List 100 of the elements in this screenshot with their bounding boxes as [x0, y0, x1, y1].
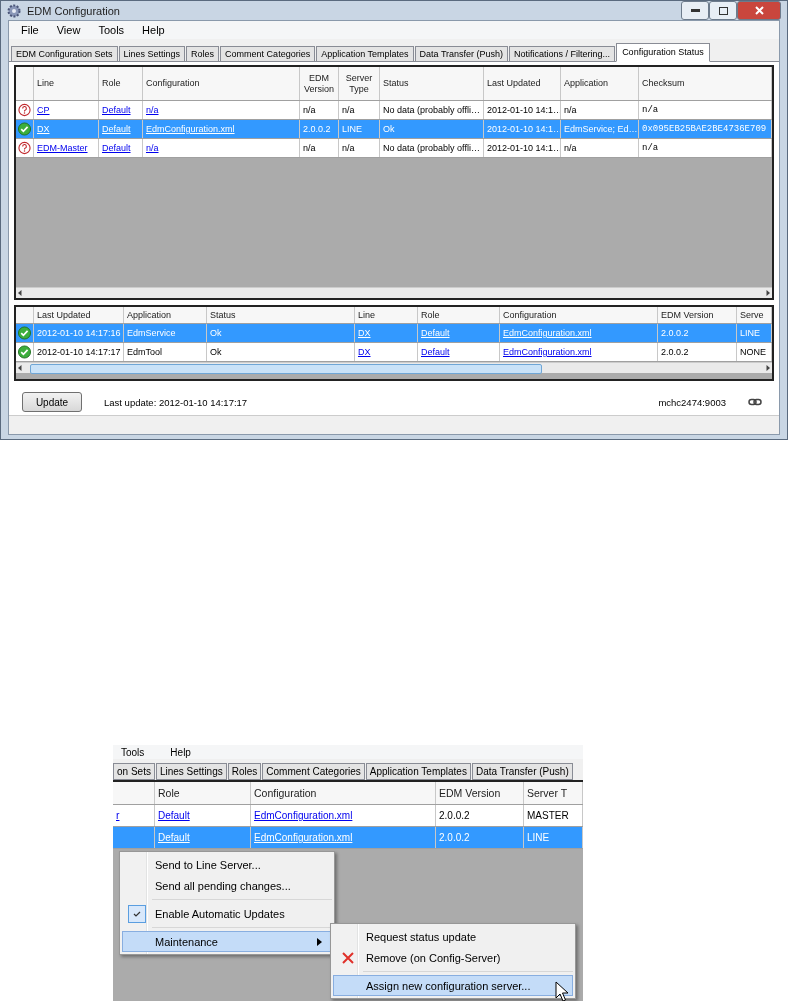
- table-link[interactable]: n/a: [146, 142, 159, 154]
- tab[interactable]: on Sets: [113, 763, 155, 780]
- column-header[interactable]: Server Type: [342, 73, 376, 94]
- table-cell: 2.0.0.2: [439, 831, 470, 844]
- table-cell: Ok: [383, 123, 395, 135]
- left-arrow-icon[interactable]: [16, 364, 24, 372]
- menu-item[interactable]: File: [13, 23, 47, 37]
- table-link[interactable]: r: [116, 809, 120, 822]
- menu-item[interactable]: Tools: [121, 746, 145, 758]
- horizontal-scrollbar[interactable]: [16, 362, 772, 373]
- table-link[interactable]: Default: [102, 104, 131, 116]
- tab[interactable]: Application Templates: [316, 46, 414, 61]
- table-link[interactable]: Default: [102, 142, 131, 154]
- column-header[interactable]: Line: [358, 309, 375, 321]
- menu-item[interactable]: Enable Automatic Updates: [122, 903, 332, 924]
- column-header[interactable]: Configuration: [146, 78, 200, 89]
- column-header[interactable]: Configuration: [254, 786, 317, 800]
- table-cell: n/a: [564, 142, 577, 154]
- table-cell: MASTER: [527, 809, 569, 822]
- menu-item[interactable]: Send all pending changes...: [122, 875, 332, 896]
- table-cell: 2012-01-10 14:1…: [487, 104, 560, 116]
- menu-item[interactable]: Tools: [90, 23, 133, 37]
- tab[interactable]: Roles: [227, 763, 262, 780]
- menu-item[interactable]: Maintenance: [122, 931, 332, 952]
- table-cell: NONE: [740, 346, 766, 358]
- table-row[interactable]: EDM-Master Default n/a n/a n/a No data (probably offli… 2012-01-10 14:1… n/a n/a: [16, 139, 772, 158]
- table-link[interactable]: DX: [358, 346, 371, 358]
- close-button[interactable]: [737, 1, 781, 20]
- table-link[interactable]: Default: [158, 809, 190, 822]
- horizontal-scrollbar[interactable]: [16, 287, 772, 298]
- menu-item[interactable]: Remove (on Config-Server): [333, 947, 573, 968]
- close-icon: [342, 951, 354, 964]
- tab[interactable]: Data Transfer (Push): [471, 763, 573, 780]
- scrollbar-thumb[interactable]: [30, 364, 542, 374]
- table-cell: n/a: [303, 142, 316, 154]
- table-cell: 2.0.0.2: [439, 809, 470, 822]
- menu-item[interactable]: Assign new configuration server...: [333, 975, 573, 996]
- column-header[interactable]: Serve: [740, 309, 764, 321]
- table-cell: No data (probably offli…: [383, 104, 480, 116]
- column-header[interactable]: Last Updated: [487, 78, 541, 89]
- column-header[interactable]: Configuration: [503, 309, 557, 321]
- column-header[interactable]: EDM Version: [661, 309, 714, 321]
- table-link[interactable]: n/a: [146, 104, 159, 116]
- table-cell: n/a: [342, 142, 355, 154]
- table-row[interactable]: r Default EdmConfiguration.xml 2.0.0.2 MASTER: [113, 805, 583, 827]
- table-cell: 2012-01-10 14:17:16: [37, 327, 121, 339]
- table-cell: 0x095EB25BAE2BE4736E709: [642, 123, 767, 135]
- last-update-text: Last update: 2012-01-10 14:17:17: [104, 396, 249, 408]
- menu-item[interactable]: Help: [134, 23, 173, 37]
- table-cell: n/a: [642, 104, 659, 116]
- maximize-button[interactable]: [709, 1, 737, 20]
- minimize-icon: [690, 9, 700, 12]
- menu-item[interactable]: Request status update: [333, 926, 573, 947]
- column-header[interactable]: EDM Version: [439, 786, 501, 800]
- tab[interactable]: Data Transfer (Push): [414, 46, 509, 61]
- minimize-button[interactable]: [681, 1, 709, 20]
- column-header[interactable]: Last Updated: [37, 309, 91, 321]
- column-header[interactable]: Checksum: [642, 78, 685, 89]
- table-link[interactable]: CP: [37, 104, 50, 116]
- table-row[interactable]: CP Default n/a n/a n/a No data (probably offli… 2012-01-10 14:1… n/a n/a: [16, 101, 772, 120]
- column-header[interactable]: Server T: [527, 786, 568, 800]
- table-row[interactable]: 2012-01-10 14:17:17 EdmTool Ok DX Default EdmConfiguration.xml 2.0.0.2 NONE: [16, 343, 772, 362]
- left-arrow-icon[interactable]: [16, 289, 24, 297]
- tab[interactable]: EDM Configuration Sets: [11, 46, 118, 61]
- right-arrow-icon[interactable]: [764, 289, 772, 297]
- right-arrow-icon[interactable]: [764, 364, 772, 372]
- tab[interactable]: Lines Settings: [118, 46, 186, 61]
- table-link[interactable]: EdmConfiguration.xml: [503, 346, 592, 358]
- tab[interactable]: Configuration Status: [616, 43, 710, 62]
- table-cell: Ok: [210, 327, 222, 339]
- tab[interactable]: Application Templates: [365, 763, 471, 780]
- column-header[interactable]: Role: [421, 309, 440, 321]
- table-link[interactable]: EDM-Master: [37, 142, 88, 154]
- tab[interactable]: Notifications / Filtering...: [509, 46, 616, 61]
- menu-item[interactable]: Send to Line Server...: [122, 854, 332, 875]
- table-link[interactable]: Default: [421, 346, 450, 358]
- update-button[interactable]: Update: [22, 392, 82, 412]
- column-header[interactable]: Status: [383, 78, 409, 89]
- tab[interactable]: Roles: [186, 46, 220, 61]
- menu-item[interactable]: Help: [170, 746, 191, 758]
- column-header[interactable]: Role: [158, 786, 180, 800]
- tab[interactable]: Comment Categories: [262, 763, 365, 780]
- tab[interactable]: Comment Categories: [220, 46, 316, 61]
- column-header[interactable]: EDM Version: [303, 73, 335, 94]
- tab[interactable]: Lines Settings: [155, 763, 227, 780]
- check-circle-icon: [18, 326, 31, 340]
- window-title: EDM Configuration: [27, 4, 121, 17]
- column-header[interactable]: Status: [210, 309, 236, 321]
- table-cell: 2.0.0.2: [303, 123, 331, 135]
- column-header[interactable]: Application: [564, 78, 609, 89]
- table-cell: LINE: [740, 327, 760, 339]
- column-header[interactable]: Application: [127, 309, 172, 321]
- table-cell: n/a: [303, 104, 316, 116]
- table-cell: n/a: [342, 104, 355, 116]
- table-cell: n/a: [642, 142, 659, 154]
- table-link[interactable]: EdmConfiguration.xml: [254, 809, 353, 822]
- close-icon: [754, 6, 764, 15]
- menu-item[interactable]: View: [48, 23, 89, 37]
- column-header[interactable]: Role: [102, 78, 121, 89]
- column-header[interactable]: Line: [37, 78, 54, 89]
